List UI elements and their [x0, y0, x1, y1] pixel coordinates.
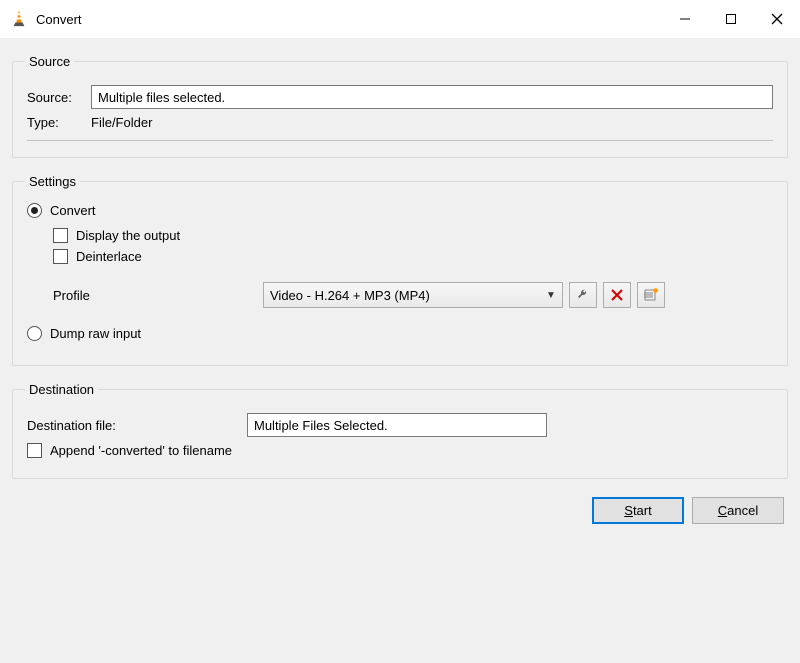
- profile-label: Profile: [27, 288, 263, 303]
- type-value: File/Folder: [91, 115, 152, 130]
- dump-raw-label: Dump raw input: [50, 326, 141, 341]
- vlc-icon: [10, 9, 28, 30]
- type-label: Type:: [27, 115, 91, 130]
- dialog-footer: Start Cancel: [12, 489, 788, 528]
- titlebar: Convert: [0, 0, 800, 38]
- radio-dot-icon: [27, 203, 42, 218]
- maximize-button[interactable]: [708, 0, 754, 38]
- deinterlace-label: Deinterlace: [76, 249, 142, 264]
- dump-raw-radio[interactable]: Dump raw input: [27, 326, 773, 341]
- wrench-icon: [576, 288, 590, 302]
- checkbox-icon: [27, 443, 42, 458]
- convert-radio[interactable]: Convert: [27, 203, 773, 218]
- source-input[interactable]: [91, 85, 773, 109]
- new-profile-icon: [644, 288, 658, 302]
- source-legend: Source: [25, 54, 74, 69]
- delete-profile-button[interactable]: [603, 282, 631, 308]
- checkbox-icon: [53, 249, 68, 264]
- checkbox-icon: [53, 228, 68, 243]
- minimize-button[interactable]: [662, 0, 708, 38]
- source-label: Source:: [27, 90, 91, 105]
- settings-group: Settings Convert Display the output Dein…: [12, 174, 788, 366]
- dialog-body: Source Source: Type: File/Folder Setting…: [0, 38, 800, 663]
- destination-file-input[interactable]: [247, 413, 547, 437]
- settings-legend: Settings: [25, 174, 80, 189]
- start-button[interactable]: Start: [592, 497, 684, 524]
- chevron-down-icon: ▼: [540, 290, 562, 301]
- minimize-icon: [679, 13, 691, 25]
- deinterlace-checkbox[interactable]: Deinterlace: [53, 249, 773, 264]
- profile-select[interactable]: Video - H.264 + MP3 (MP4) ▼: [263, 282, 563, 308]
- destination-legend: Destination: [25, 382, 98, 397]
- maximize-icon: [725, 13, 737, 25]
- destination-file-label: Destination file:: [27, 418, 247, 433]
- edit-profile-button[interactable]: [569, 282, 597, 308]
- source-group: Source Source: Type: File/Folder: [12, 54, 788, 158]
- destination-group: Destination Destination file: Append '-c…: [12, 382, 788, 479]
- convert-dialog: Convert Source Source: Type: File/Folder: [0, 0, 800, 663]
- cancel-button[interactable]: Cancel: [692, 497, 784, 524]
- delete-x-icon: [611, 289, 623, 301]
- window-title: Convert: [36, 12, 82, 27]
- close-button[interactable]: [754, 0, 800, 38]
- radio-dot-icon: [27, 326, 42, 341]
- append-converted-checkbox[interactable]: Append '-converted' to filename: [27, 443, 773, 458]
- append-converted-label: Append '-converted' to filename: [50, 443, 232, 458]
- display-output-label: Display the output: [76, 228, 180, 243]
- profile-value: Video - H.264 + MP3 (MP4): [270, 288, 430, 303]
- convert-radio-label: Convert: [50, 203, 96, 218]
- new-profile-button[interactable]: [637, 282, 665, 308]
- close-icon: [771, 13, 783, 25]
- display-output-checkbox[interactable]: Display the output: [53, 228, 773, 243]
